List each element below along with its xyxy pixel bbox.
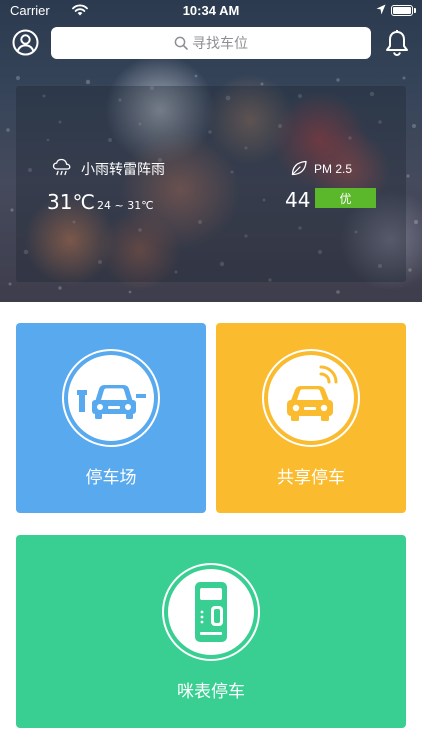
parking-lot-card[interactable]: 停车场 <box>16 323 206 513</box>
parking-meter-icon <box>162 563 260 661</box>
search-placeholder: 寻找车位 <box>192 36 248 52</box>
current-temperature: 31℃ <box>47 190 95 214</box>
leaf-icon <box>291 160 307 176</box>
temperature-range: 24 ~ 31℃ <box>97 199 154 212</box>
rain-cloud-icon <box>52 158 71 176</box>
weather-panel <box>16 86 406 282</box>
shared-parking-card[interactable]: 共享停车 <box>216 323 406 513</box>
search-icon <box>174 36 188 50</box>
status-time: 10:34 AM <box>182 3 240 18</box>
aqi-level-badge: 优 <box>315 188 376 208</box>
battery-nub <box>414 8 416 13</box>
battery-icon <box>391 5 413 16</box>
shared-parking-label: 共享停车 <box>277 468 345 488</box>
aqi-value: 44 <box>285 188 311 212</box>
car-signal-icon <box>262 349 360 447</box>
weather-condition: 小雨转雷阵雨 <box>81 162 165 178</box>
notification-bell-icon[interactable] <box>384 29 410 57</box>
location-arrow-icon <box>376 4 386 15</box>
meter-parking-label: 咪表停车 <box>177 682 245 702</box>
parking-gate-car-icon <box>62 349 160 447</box>
user-profile-icon[interactable] <box>12 29 39 56</box>
aqi-level-label: 优 <box>339 191 352 206</box>
parking-lot-label: 停车场 <box>85 468 137 488</box>
meter-parking-card[interactable]: 咪表停车 <box>16 535 406 728</box>
pm25-label: PM 2.5 <box>314 162 353 176</box>
search-input[interactable]: 寻找车位 <box>51 27 371 59</box>
status-bar: Carrier 10:34 AM <box>0 0 422 22</box>
